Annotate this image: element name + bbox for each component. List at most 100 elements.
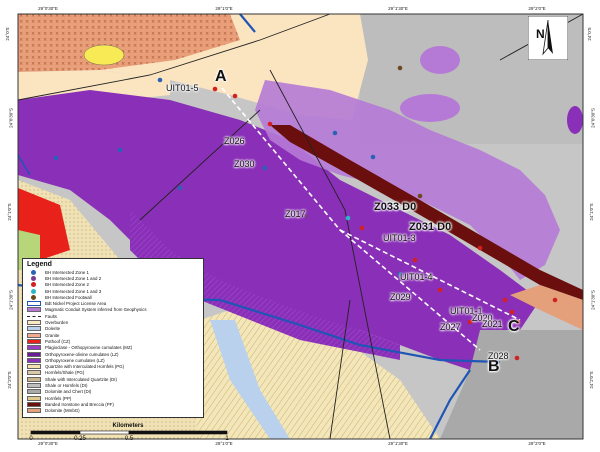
graticule-right-label: 24°1'30"S [590, 290, 596, 310]
magmatic-conduit-ne [420, 46, 460, 74]
drillhole[interactable] [412, 257, 418, 263]
legend-symbol-icon [27, 294, 41, 300]
legend-label: Shale with Interculated Quartzite (DI) [45, 376, 117, 382]
drillhole[interactable] [345, 215, 351, 221]
scale-bar-tick-label: 1 [225, 436, 229, 442]
legend-label: Dolomite and Chert (DI) [45, 389, 92, 395]
drillhole[interactable] [212, 86, 218, 92]
drillhole[interactable] [514, 355, 520, 361]
legend-symbol-icon [27, 314, 41, 319]
legend-label: Banded Ironstone and Breccia (PF) [45, 401, 114, 407]
legend-label: Plagioclase - Orthopyroxene cumulates (M… [45, 345, 133, 351]
graticule-right-label: 24°2'0"S [589, 371, 595, 389]
legend-label: BH Intersected Footwall [45, 294, 92, 300]
legend-label: BH Intersected Zone 1 and 2 [45, 275, 102, 281]
scale-bar-tick-label: 0.25 [74, 436, 86, 442]
drillhole[interactable] [177, 185, 183, 191]
drillhole[interactable] [397, 65, 403, 71]
zone-label: Z033 D0 [374, 201, 417, 213]
legend-symbol-icon [27, 332, 41, 338]
graticule-top-label: 29°0'30"E [38, 6, 58, 11]
magmatic-conduit-far-e [567, 106, 583, 134]
graticule-bottom-label: 29°1'30"E [388, 441, 408, 446]
drillhole[interactable] [267, 121, 273, 127]
legend-label: Magmatic Conduit System inferred from Ge… [45, 307, 147, 313]
section-point-a: A [215, 68, 227, 85]
scale-bar-segment [30, 430, 81, 435]
drillhole[interactable] [437, 287, 443, 293]
legend-label: Orthopyroxene cumulates (LZ) [45, 357, 105, 363]
legend-symbol-icon [27, 288, 41, 294]
graticule-bottom-label: 29°2'0"E [528, 441, 546, 446]
graticule-top-label: 29°2'0"E [528, 6, 546, 11]
legend-symbol-icon [27, 301, 41, 307]
drillhole[interactable] [417, 193, 423, 199]
drillhole[interactable] [502, 297, 508, 303]
legend-symbol-icon [27, 408, 41, 414]
scale-bar-segment [128, 430, 228, 435]
legend-symbol-icon [27, 389, 41, 395]
legend-symbol-icon [27, 282, 41, 288]
drillhole-label: Z021 [482, 319, 503, 329]
legend-title: Legend [27, 261, 52, 268]
drillhole[interactable] [552, 297, 558, 303]
drillhole-label: UIT01-4 [400, 272, 433, 282]
drillhole[interactable] [232, 93, 238, 99]
legend-label: Dolomite (MmbG) [45, 408, 80, 414]
legend-label: Granite [45, 332, 60, 338]
legend-label: Pothoof (CZ) [45, 338, 71, 344]
legend-symbol-icon [27, 376, 41, 382]
legend-label: Quartzite with Interculated Hornfels (PG… [45, 364, 125, 370]
drillhole[interactable] [262, 165, 268, 171]
section-point-c: C [508, 318, 520, 335]
north-arrow-label: N [536, 27, 545, 41]
legend-symbol-icon [27, 357, 41, 363]
legend-symbol-icon [27, 307, 41, 313]
drillhole[interactable] [477, 245, 483, 251]
legend-label: Shale or Hornfels (DI) [45, 382, 88, 388]
legend-label: Bdt Nickel Project License Area [45, 301, 107, 307]
drillhole-label: Z017 [285, 209, 306, 219]
legend-symbol-icon [27, 351, 41, 357]
legend-label: Hornfels (PP) [45, 395, 72, 401]
map-legend: Legend BH Intersected Zone 1 BH Intersect… [22, 258, 204, 418]
graticule-left-label: 24°1'30"S [8, 290, 14, 310]
drillhole-label: Z030 [234, 159, 255, 169]
drillhole[interactable] [332, 130, 338, 136]
legend-label: Orthopyroxene-olivine cumulates (LZ) [45, 351, 119, 357]
drillhole[interactable] [359, 225, 365, 231]
scale-bar-tick-label: 0.5 [124, 436, 134, 442]
drillhole-label: UIT01-3 [383, 233, 416, 243]
scale-bar-tick-label: 0 [29, 436, 33, 442]
graticule-left-label: 24°1'0"S [7, 203, 13, 221]
graticule-right-label: 24°0'S [587, 27, 593, 41]
drillhole[interactable] [53, 155, 59, 161]
graticule-top-label: 29°1'0"E [215, 6, 233, 11]
drillhole-label: Z029 [390, 292, 411, 302]
map-figure: × [0, 0, 600, 452]
legend-label: Overburden [45, 320, 69, 326]
legend-symbol-icon [27, 326, 41, 332]
graticule-top-label: 29°1'30"E [388, 6, 408, 11]
legend-symbol-icon [27, 320, 41, 326]
legend-symbol-icon [27, 275, 41, 281]
drillhole[interactable] [117, 147, 123, 153]
drillhole-label: Z026 [224, 136, 245, 146]
legend-symbol-icon [27, 345, 41, 351]
scale-bar: Kilometers 0 0.25 0.5 1 [26, 423, 232, 447]
legend-items: BH Intersected Zone 1 BH Intersected Zone… [27, 269, 199, 414]
legend-label: Faults [45, 313, 57, 319]
graticule-left-label: 24°2'0"S [7, 371, 13, 389]
pothoof-yellow-patch [83, 44, 125, 66]
zone-label: Z031 D0 [409, 221, 452, 233]
north-arrow: N [528, 16, 568, 60]
legend-label: BH Intersected Zone 1 [45, 269, 89, 275]
legend-symbol-icon [27, 338, 41, 344]
legend-symbol-icon [27, 382, 41, 388]
scale-bar-segment [79, 430, 130, 435]
drillhole[interactable] [370, 154, 376, 160]
drillhole[interactable] [509, 309, 515, 315]
drillhole-label: Z027 [440, 322, 461, 332]
graticule-left-label: 24°0'30"S [8, 108, 14, 128]
drillhole[interactable] [157, 77, 163, 83]
